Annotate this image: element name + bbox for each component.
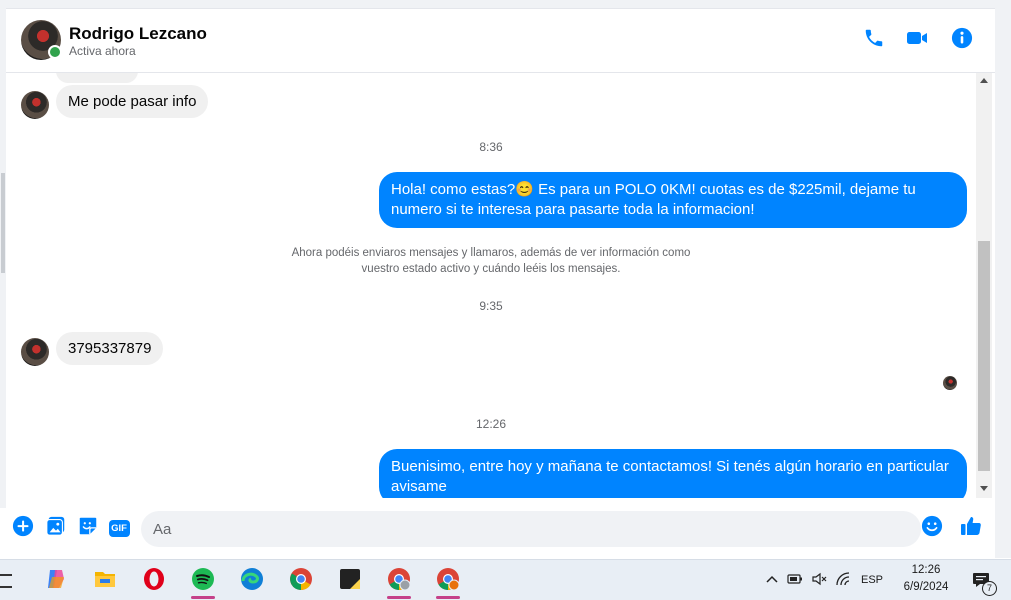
taskbar-app-spotify[interactable]	[183, 563, 223, 599]
chrome-icon	[289, 567, 313, 596]
taskbar-app-copilot[interactable]	[36, 563, 76, 599]
system-notice: Ahora podéis enviaros mensajes y llamaro…	[256, 245, 726, 277]
more-actions-button[interactable]	[12, 515, 34, 542]
spotify-icon	[191, 567, 215, 596]
task-view-button[interactable]	[0, 563, 26, 599]
message-line: avisame	[391, 478, 447, 495]
outgoing-message-bubble[interactable]: Hola! como estas?😊 Es para un POLO 0KM! …	[379, 172, 967, 228]
scroll-up-arrow-icon[interactable]	[980, 78, 988, 83]
clock-date: 6/9/2024	[903, 581, 949, 593]
file-explorer-icon	[93, 568, 117, 595]
system-notice-line: vuestro estado activo y cuándo leéis los…	[361, 263, 621, 275]
chrome-profile-icon	[387, 567, 411, 596]
seen-receipt-avatar	[943, 376, 957, 390]
sender-avatar[interactable]	[21, 338, 49, 366]
incoming-message-bubble[interactable]: Me pode pasar info	[56, 85, 209, 118]
task-view-icon	[0, 574, 12, 588]
video-call-button[interactable]	[904, 27, 930, 53]
contact-status: Activa ahora	[69, 44, 136, 58]
system-notice-line: Ahora podéis enviaros mensajes y llamaro…	[291, 247, 691, 259]
online-status-dot	[48, 45, 62, 59]
taskbar-clock[interactable]: 12:26 6/9/2024	[893, 562, 959, 596]
input-language[interactable]: ESP	[861, 574, 883, 586]
send-like-button[interactable]	[960, 516, 982, 539]
chat-scrollbar[interactable]	[976, 73, 992, 498]
chat-header: Rodrigo Lezcano Activa ahora	[6, 9, 995, 73]
clock-time: 12:26	[911, 564, 941, 576]
scroll-down-arrow-icon[interactable]	[980, 486, 988, 491]
taskbar-app-sticky-notes[interactable]	[330, 563, 370, 599]
phone-icon	[863, 27, 885, 54]
video-icon	[905, 27, 929, 54]
edge-icon	[240, 567, 264, 596]
voice-call-button[interactable]	[861, 27, 887, 53]
copilot-icon	[44, 567, 68, 596]
sticker-button[interactable]	[77, 517, 99, 539]
message-list[interactable]: Me pode pasar info 8:36 Hola! como estas…	[6, 73, 976, 498]
sticker-icon	[77, 515, 99, 542]
info-icon	[951, 27, 973, 54]
taskbar-app-chrome[interactable]	[281, 563, 321, 599]
outer-right-edge	[995, 8, 1011, 558]
left-scrollbar-thumb[interactable]	[1, 173, 5, 273]
opera-icon	[142, 567, 166, 596]
message-timestamp: 12:26	[475, 417, 507, 431]
outgoing-message-bubble[interactable]: Buenisimo, entre hoy y mañana te contact…	[379, 449, 967, 498]
notification-center-button[interactable]: 7	[963, 563, 999, 599]
like-icon	[959, 514, 983, 543]
message-line: Hola! como estas?😊 Es para un POLO 0KM! …	[391, 181, 916, 198]
show-hidden-icons-chevron-icon[interactable]	[766, 574, 778, 587]
windows-taskbar: ESP 12:26 6/9/2024 7	[0, 559, 1011, 600]
gif-icon: GIF	[108, 519, 130, 537]
previous-message-bubble[interactable]	[56, 73, 138, 83]
message-line: Buenisimo, entre hoy y mañana te contact…	[391, 458, 949, 475]
taskbar-app-chrome-profile[interactable]	[379, 563, 419, 599]
message-composer: GIF	[6, 505, 995, 553]
incoming-message-bubble[interactable]: 3795337879	[56, 332, 164, 365]
chat-scrollbar-thumb[interactable]	[978, 241, 990, 471]
emoji-button[interactable]	[921, 515, 943, 542]
contact-name[interactable]: Rodrigo Lezcano	[69, 24, 207, 44]
taskbar-app-opera[interactable]	[134, 563, 174, 599]
message-timestamp: 9:35	[479, 299, 503, 313]
conversation-info-button[interactable]	[949, 27, 975, 53]
sender-avatar[interactable]	[21, 91, 49, 119]
volume-muted-icon[interactable]	[811, 572, 827, 589]
image-icon	[45, 515, 67, 542]
message-line: numero si te interesa para pasarte toda …	[391, 201, 755, 218]
window-top-bar	[0, 0, 1011, 9]
taskbar-app-file-explorer[interactable]	[85, 563, 125, 599]
taskbar-app-chrome-alt[interactable]	[428, 563, 468, 599]
taskbar-app-edge[interactable]	[232, 563, 272, 599]
emoji-icon	[921, 515, 943, 542]
gif-button[interactable]: GIF	[108, 517, 130, 539]
notification-count-badge: 7	[982, 581, 997, 596]
message-timestamp: 8:36	[479, 140, 503, 154]
notification-icon: 7	[972, 572, 997, 596]
attach-image-button[interactable]	[45, 515, 67, 542]
chrome-alt-icon	[436, 567, 460, 596]
sticky-notes-icon	[339, 568, 361, 595]
system-tray: ESP	[766, 560, 883, 600]
wifi-icon[interactable]	[835, 571, 851, 589]
battery-icon[interactable]	[787, 573, 803, 588]
plus-icon	[12, 515, 34, 542]
message-input[interactable]	[141, 511, 921, 547]
